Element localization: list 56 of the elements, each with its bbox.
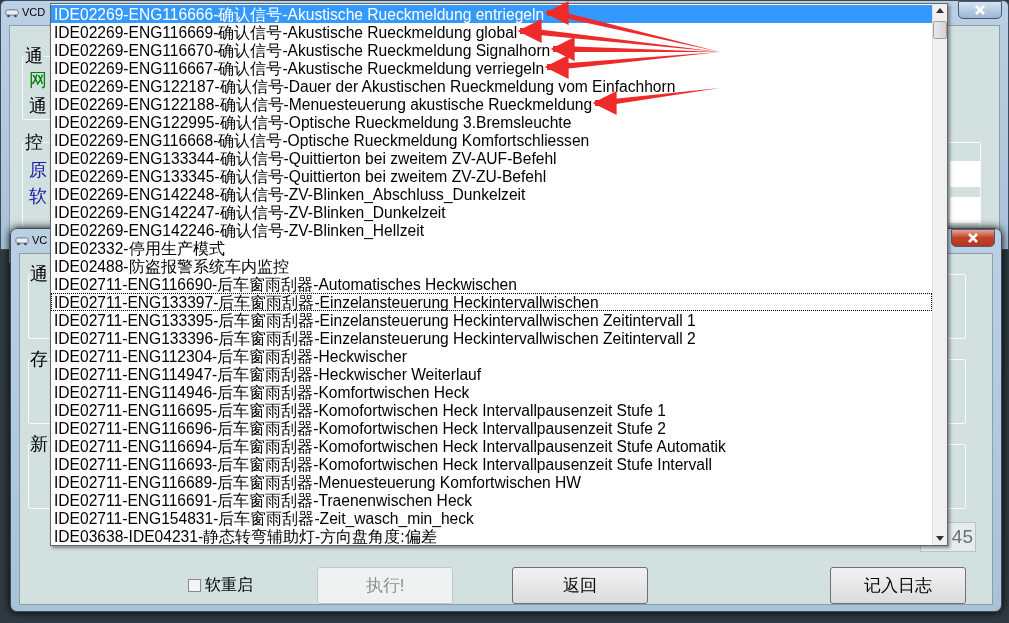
group-label: 存 [30, 348, 48, 370]
list-item[interactable]: IDE02711-ENG112304-后车窗雨刮器-Heckwischer [51, 347, 932, 365]
list-item[interactable]: IDE02711-ENG116693-后车窗雨刮器-Komofortwischen Heck Intervallpausenzeit Stufe Intervall [51, 455, 932, 473]
list-item[interactable]: IDE02711-ENG133397-后车窗雨刮器-Einzelansteuerung Heckintervallwischen [51, 293, 932, 311]
list-item[interactable]: IDE02332-停用生产模式 [51, 239, 932, 257]
list-item[interactable]: IDE02711-ENG133395-后车窗雨刮器-Einzelansteuerung Heckintervallwischen Zeitintervall 1 [51, 311, 932, 329]
label-text: 软 [29, 185, 47, 208]
checkbox-label: 软重启 [205, 575, 253, 595]
list-item[interactable]: IDE02269-ENG122188-确认信号-Menuesteuerung akustische Rueckmeldung [51, 95, 932, 113]
label-text: 通 [29, 95, 47, 118]
window-title: VC [32, 234, 48, 246]
dialog-button[interactable]: 记入日志 [830, 567, 966, 604]
dropdown-list[interactable] [50, 3, 948, 546]
input-field[interactable] [950, 161, 980, 187]
list-item[interactable]: IDE02269-ENG142246-确认信号-ZV-Blinken_Hellzeit [51, 221, 932, 239]
list-item[interactable]: IDE02711-ENG114946-后车窗雨刮器-Komfortwischen Heck [51, 383, 932, 401]
list-item[interactable]: IDE02269-ENG116669-确认信号-Akustische Rueckmeldung global [51, 23, 932, 41]
scroll-up-icon[interactable] [936, 8, 944, 13]
window-title: VCD [22, 6, 46, 18]
car-icon [15, 234, 29, 246]
group-label: 通 [30, 263, 48, 285]
list-item[interactable]: IDE02269-ENG116668-确认信号-Optische Rueckmeldung Komfortschliessen [51, 131, 932, 149]
list-item[interactable]: IDE02269-ENG133345-确认信号-Quittierton bei zweitem ZV-ZU-Befehl [51, 167, 932, 185]
group-label: 控 [25, 131, 43, 153]
list-item[interactable]: IDE02269-ENG122995-确认信号-Optische Rueckmeldung 3.Bremsleuchte [51, 113, 932, 131]
group-label: 新 [30, 433, 48, 455]
close-button[interactable] [951, 229, 995, 247]
checkbox[interactable] [188, 579, 201, 592]
close-icon [974, 5, 986, 15]
group-label: 通 [25, 45, 43, 67]
close-button[interactable] [958, 1, 1002, 19]
dialog-button[interactable]: 返回 [512, 567, 648, 604]
label-text: 原 [29, 159, 47, 182]
input-field[interactable] [950, 197, 980, 223]
list-item[interactable]: IDE02269-ENG133344-确认信号-Quittierton bei zweitem ZV-AUF-Befehl [51, 149, 932, 167]
list-item[interactable]: IDE02269-ENG142248-确认信号-ZV-Blinken_Abschluss_Dunkelzeit [51, 185, 932, 203]
list-item[interactable]: IDE02711-ENG133396-后车窗雨刮器-Einzelansteuerung Heckintervallwischen Zeitintervall 2 [51, 329, 932, 347]
list-item[interactable]: IDE02711-ENG116696-后车窗雨刮器-Komofortwischen Heck Intervallpausenzeit Stufe 2 [51, 419, 932, 437]
list-item[interactable]: IDE02711-ENG116695-后车窗雨刮器-Komofortwischen Heck Intervallpausenzeit Stufe 1 [51, 401, 932, 419]
soft-restart-checkbox[interactable]: 软重启 [188, 575, 253, 596]
list-item[interactable]: IDE02269-ENG116670-确认信号-Akustische Rueckmeldung Signalhorn [51, 41, 932, 59]
list-item[interactable]: IDE02711-ENG116694-后车窗雨刮器-Komofortwischen Heck Intervallpausenzeit Stufe Automatik [51, 437, 932, 455]
scroll-down-icon[interactable] [936, 536, 944, 541]
list-item[interactable]: IDE02269-ENG116667-确认信号-Akustische Rueckmeldung verriegeln [51, 59, 932, 77]
list-item[interactable]: IDE02269-ENG122187-确认信号-Dauer der Akustischen Rueckmeldung vom Einfachhorn [51, 77, 932, 95]
scroll-thumb[interactable] [933, 21, 947, 39]
list-item[interactable]: IDE02711-ENG116691-后车窗雨刮器-Traenenwischen Heck [51, 491, 932, 509]
list-item[interactable]: IDE02711-ENG114947-后车窗雨刮器-Heckwischer Weiterlauf [51, 365, 932, 383]
list-item[interactable]: IDE02711-ENG116689-后车窗雨刮器-Menuesteuerung Komfortwischen HW [51, 473, 932, 491]
car-icon [5, 6, 19, 18]
scrollbar[interactable] [932, 4, 947, 545]
label-text: 网 [29, 69, 47, 92]
list-item[interactable]: IDE02269-ENG142247-确认信号-ZV-Blinken_Dunkelzeit [51, 203, 932, 221]
list-item[interactable]: IDE02488-防盗报警系统车内监控 [51, 257, 932, 275]
close-icon [967, 233, 979, 243]
list-item[interactable]: IDE02711-ENG116690-后车窗雨刮器-Automatisches Heckwischen [51, 275, 932, 293]
